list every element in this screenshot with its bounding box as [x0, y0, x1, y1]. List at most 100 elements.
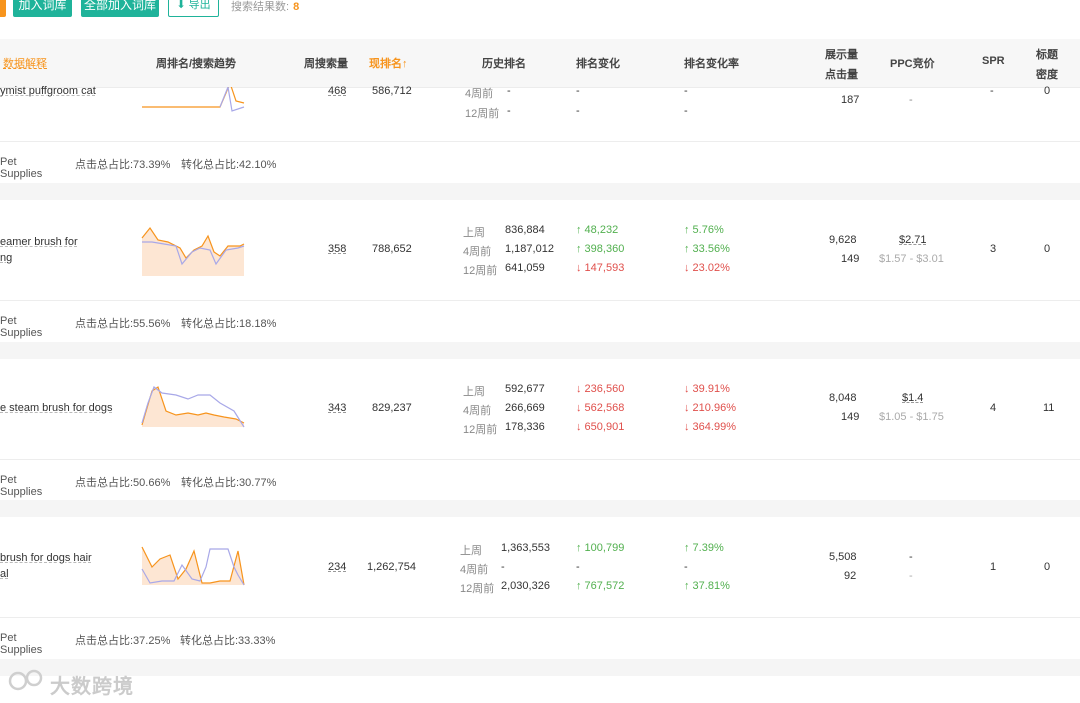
rank-change-last-week: ↑ 100,799: [576, 542, 625, 554]
ppc-bid: -: [909, 551, 913, 563]
title-density: 0: [1044, 85, 1051, 97]
keyword-text[interactable]: e steam brush for dogs: [0, 400, 113, 416]
rank-change-12w: ↓ 650,901: [576, 421, 625, 433]
rank-change-rate-last-week: ↓ 39.91%: [684, 383, 730, 395]
watermark: 大数跨境: [50, 676, 134, 698]
more-icon[interactable]: ⋮: [1076, 271, 1080, 284]
conversion-share: 转化总占比:33.33%: [180, 635, 276, 647]
impressions: 8,048: [829, 392, 857, 404]
export-button[interactable]: ⬇ 导出: [168, 0, 219, 17]
history-rank-12w: 178,336: [505, 421, 545, 433]
period-label: 4周前: [465, 88, 494, 100]
result-count-value: 8: [293, 1, 300, 13]
add-to-library-button[interactable]: 加入词库: [13, 0, 72, 17]
rank-change-12w: -: [576, 105, 580, 117]
category: Pet Supplies: [0, 156, 43, 180]
click-share: 点击总占比:55.56%: [75, 318, 171, 330]
trend-sparkline[interactable]: [140, 226, 246, 278]
data-explain-link[interactable]: 数据解释: [3, 55, 47, 71]
ppc-bid[interactable]: $1.4: [902, 392, 923, 404]
rank-change-4w: ↑ 398,360: [576, 243, 625, 255]
keyword-text[interactable]: ymist puffgroom cat: [0, 83, 96, 99]
row-separator: [0, 500, 1080, 517]
weekly-volume[interactable]: 468: [328, 85, 346, 97]
row-separator: [0, 183, 1080, 200]
rank-change-rate-12w: ↓ 364.99%: [684, 421, 736, 433]
history-rank-12w: 2,030,326: [501, 580, 550, 592]
conversion-share: 转化总占比:30.77%: [181, 477, 277, 489]
header-rank-change[interactable]: 排名变化: [576, 55, 620, 71]
conversion-share: 转化总占比:42.10%: [181, 159, 277, 171]
keyword-text[interactable]: brush for dogs hair al: [0, 550, 92, 582]
row-divider: [0, 141, 1080, 142]
title-density: 11: [1043, 402, 1055, 414]
weekly-volume[interactable]: 234: [328, 561, 346, 573]
ppc-range: -: [909, 570, 913, 582]
spr: 1: [990, 561, 997, 573]
header-rank-change-rate[interactable]: 排名变化率: [684, 55, 739, 71]
weekly-volume[interactable]: 343: [328, 402, 346, 414]
header-title-density-2[interactable]: 密度: [1036, 66, 1058, 82]
row-divider: [0, 459, 1080, 460]
clicks: 149: [841, 253, 860, 265]
more-icon[interactable]: ⋮: [1076, 114, 1080, 127]
rank-change-rate-4w: ↓ 210.96%: [684, 402, 736, 414]
history-rank-4w: 266,669: [505, 402, 545, 414]
period-label: 12周前: [465, 108, 500, 120]
period-label: 上周: [463, 386, 485, 398]
ppc-range: $1.05 - $1.75: [879, 411, 944, 423]
result-count: 搜索结果数: 8: [231, 0, 299, 14]
click-share: 点击总占比:73.39%: [75, 159, 171, 171]
row-divider: [0, 300, 1080, 301]
header-impressions[interactable]: 展示量: [825, 46, 858, 62]
period-label: 4周前: [460, 564, 489, 576]
more-icon[interactable]: ⋮: [1076, 430, 1080, 443]
period-label: 12周前: [460, 583, 495, 595]
conversion-share: 转化总占比:18.18%: [181, 318, 277, 330]
history-rank-12w: -: [507, 105, 511, 117]
current-rank: 829,237: [372, 402, 412, 414]
trend-sparkline[interactable]: [140, 383, 246, 429]
header-history-rank: 历史排名: [482, 58, 526, 70]
rank-change-4w: ↓ 562,568: [576, 402, 625, 414]
rank-change-12w: ↓ 147,593: [576, 262, 625, 274]
header-current-rank-sort[interactable]: 现排名↑: [369, 55, 408, 71]
rank-change-rate-12w: ↓ 23.02%: [684, 262, 730, 274]
header-ppc[interactable]: PPC竞价: [890, 55, 935, 71]
period-label: 4周前: [463, 246, 492, 258]
rank-change-rate-12w: ↑ 37.81%: [684, 580, 730, 592]
history-rank-last-week: 592,677: [505, 383, 545, 395]
rank-change-rate-12w: -: [684, 105, 688, 117]
download-icon: ⬇: [176, 0, 186, 11]
header-spr[interactable]: SPR: [982, 55, 1005, 67]
spr: -: [990, 85, 994, 97]
period-label: 12周前: [463, 265, 498, 277]
header-trend: 周排名/搜索趋势: [156, 58, 237, 70]
table-header: 数据解释 周排名/搜索趋势 周搜索量 现排名↑ 历史排名 排名变化 排名变化率 …: [0, 39, 1080, 88]
rank-change-rate-last-week: ↑ 7.39%: [684, 542, 724, 554]
ppc-range: $1.57 - $3.01: [879, 253, 944, 265]
table-row: e steam brush for dogs 343 829,237 上周 59…: [0, 359, 1080, 459]
table-row: eamer brush for ng 358 788,652 上周 836,884…: [0, 200, 1080, 300]
trend-sparkline[interactable]: [140, 87, 246, 113]
ppc-bid[interactable]: $2.71: [899, 234, 927, 246]
add-all-to-library-button[interactable]: 全部加入词库: [81, 0, 159, 17]
header-clicks[interactable]: 点击量: [825, 66, 858, 82]
impressions: 5,508: [829, 551, 857, 563]
more-icon[interactable]: ⋮: [1076, 589, 1080, 602]
spr: 3: [990, 243, 997, 255]
rank-change-4w: -: [576, 85, 580, 97]
header-weekly-volume[interactable]: 周搜索量: [304, 55, 348, 71]
partial-button[interactable]: [0, 0, 6, 17]
keyword-text[interactable]: eamer brush for ng: [0, 234, 78, 266]
export-label: 导出: [188, 0, 211, 11]
rank-change-rate-4w: -: [684, 85, 688, 97]
clicks: 92: [844, 570, 857, 582]
weekly-volume[interactable]: 358: [328, 243, 346, 255]
clicks: 149: [841, 411, 860, 423]
row-separator: [0, 342, 1080, 359]
trend-sparkline[interactable]: [140, 545, 246, 587]
category: Pet Supplies: [0, 632, 43, 656]
rank-change-last-week: ↑ 48,232: [576, 224, 619, 236]
header-title-density-1[interactable]: 标题: [1036, 46, 1058, 62]
